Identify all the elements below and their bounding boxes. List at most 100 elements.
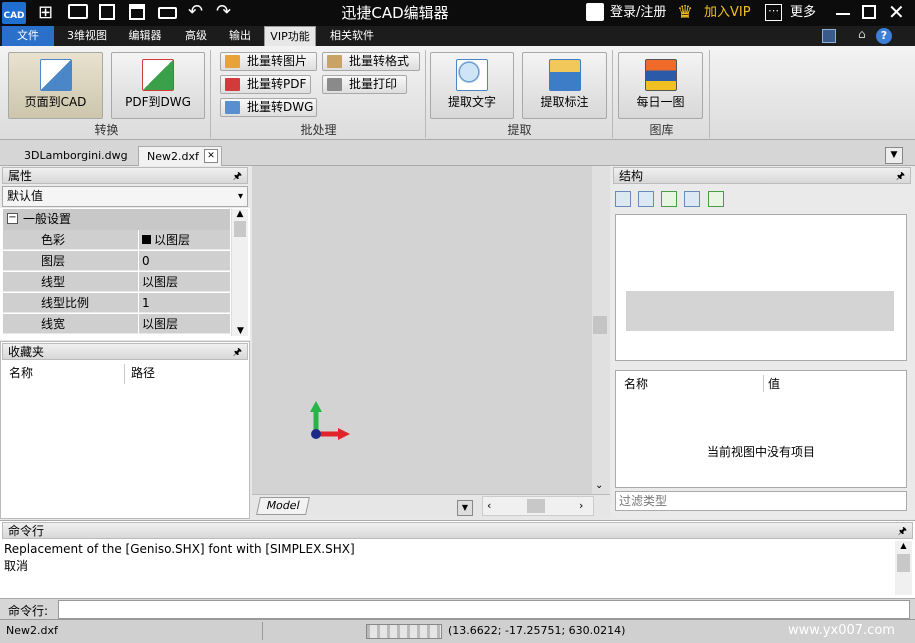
structure-panel: 结构 🖈 名称 值 当前视图中没有项目 过滤类型: [611, 166, 915, 519]
favorites-col-path[interactable]: 路径: [131, 364, 155, 381]
pdf-to-dwg-icon: [142, 59, 174, 91]
menu-editor[interactable]: 编辑器: [122, 26, 168, 46]
property-row-linetype[interactable]: 线型 以图层: [3, 272, 230, 293]
scroll-down-icon[interactable]: ▼: [232, 326, 249, 336]
open-folder-icon[interactable]: [68, 4, 88, 19]
close-tab-icon[interactable]: ✕: [204, 149, 218, 163]
pdf-to-dwg-button[interactable]: PDF到DWG: [111, 52, 205, 119]
extract-text-button[interactable]: 提取文字: [430, 52, 514, 119]
maximize-button[interactable]: [862, 5, 876, 19]
daily-image-button[interactable]: 每日一图: [618, 52, 703, 119]
undo-icon[interactable]: ↶: [188, 1, 203, 23]
scroll-up-icon[interactable]: ▲: [232, 209, 248, 219]
crown-icon[interactable]: ♛: [677, 2, 693, 24]
properties-scrollbar[interactable]: ▲ ▼: [231, 209, 248, 336]
color-swatch: [142, 235, 151, 244]
new-file-icon[interactable]: ⊞: [38, 2, 53, 24]
canvas-vscroll[interactable]: ⌄: [592, 166, 610, 494]
menu-related[interactable]: 相关软件: [322, 26, 382, 46]
title-bar: CAD ⊞ ↶ ↷ 迅捷CAD编辑器 登录/注册 ♛ 加入VIP ⋯ 更多 ✕: [0, 0, 915, 26]
group-batch-label: 批处理: [300, 123, 337, 137]
canvas-bottom-bar: Model ▼ ‹ ›: [252, 494, 610, 518]
tab-new2[interactable]: New2.dxf ✕: [138, 146, 222, 166]
document-icon[interactable]: [684, 191, 700, 207]
extract-dimension-button[interactable]: 提取标注: [522, 52, 607, 119]
property-row-lineweight[interactable]: 线宽 以图层: [3, 314, 230, 335]
chevron-up-icon[interactable]: ⌂: [858, 27, 866, 41]
batch-pdf-icon: [225, 78, 240, 91]
window-icon[interactable]: [822, 29, 836, 43]
menu-output[interactable]: 输出: [222, 26, 258, 46]
tree-item[interactable]: [626, 291, 894, 331]
properties-grid: − 一般设置 色彩 以图层 图层 0 线型 以图层 线型比例 1 线宽 以图层 ▲ ▼: [0, 208, 250, 340]
col-name[interactable]: 名称: [624, 375, 764, 392]
page-to-cad-button[interactable]: 页面到CAD: [8, 52, 103, 119]
scroll-left-icon[interactable]: ‹: [487, 499, 491, 512]
pin-icon[interactable]: 🖈: [896, 168, 905, 185]
layout-dropdown[interactable]: ▼: [457, 500, 473, 516]
print-icon[interactable]: [158, 7, 177, 19]
group-divider: [425, 50, 426, 138]
pin-icon[interactable]: 🖈: [233, 344, 242, 361]
status-bar: New2.dxf (13.6622; -17.25751; 630.0214) …: [0, 619, 915, 643]
menu-advanced[interactable]: 高级: [178, 26, 214, 46]
batch-dwg-button[interactable]: 批量转DWG: [220, 98, 317, 117]
menu-vip[interactable]: VIP功能: [264, 26, 316, 46]
property-row-layer[interactable]: 图层 0: [3, 251, 230, 272]
tab-list-dropdown[interactable]: ▼: [885, 147, 903, 164]
scroll-thumb[interactable]: [593, 316, 607, 334]
snap-toggles[interactable]: [366, 624, 442, 639]
canvas-hscroll[interactable]: ‹ ›: [482, 496, 594, 516]
batch-format-button[interactable]: 批量转格式: [322, 52, 420, 71]
filter-input[interactable]: 过滤类型: [615, 491, 907, 511]
login-button[interactable]: 登录/注册: [610, 0, 666, 26]
settings-icon[interactable]: [708, 191, 724, 207]
group-gallery-label: 图库: [649, 123, 674, 137]
structure-tree[interactable]: [615, 214, 907, 361]
properties-header: 属性 🖈: [2, 167, 248, 184]
col-value[interactable]: 值: [768, 375, 780, 392]
layout-columns-icon[interactable]: [638, 191, 654, 207]
tab-3dlamborgini[interactable]: 3DLamborgini.dwg: [16, 146, 136, 166]
empty-message: 当前视图中没有项目: [706, 445, 815, 459]
save-icon[interactable]: [99, 4, 115, 20]
menu-file[interactable]: 文件: [2, 26, 54, 46]
minimize-button[interactable]: [836, 13, 850, 15]
more-button[interactable]: 更多: [790, 0, 816, 26]
favorites-col-name[interactable]: 名称: [9, 364, 125, 384]
pin-icon[interactable]: 🖈: [898, 523, 907, 540]
more-icon[interactable]: ⋯: [765, 4, 782, 21]
collapse-icon[interactable]: −: [7, 213, 18, 224]
pin-icon[interactable]: 🖈: [233, 168, 242, 185]
help-icon[interactable]: ?: [876, 28, 892, 44]
drawing-canvas[interactable]: [252, 166, 610, 494]
scroll-right-icon[interactable]: ›: [579, 499, 583, 512]
properties-dropdown[interactable]: 默认值 ▾: [2, 186, 248, 207]
scroll-down-icon[interactable]: ⌄: [595, 480, 603, 491]
property-row-color[interactable]: 色彩 以图层: [3, 230, 230, 251]
command-scrollbar[interactable]: ▲: [895, 541, 912, 595]
batch-image-button[interactable]: 批量转图片: [220, 52, 317, 71]
scroll-up-icon[interactable]: ▲: [895, 541, 912, 550]
tab-model[interactable]: Model: [256, 497, 310, 515]
close-button[interactable]: ✕: [888, 0, 905, 24]
batch-pdf-button[interactable]: 批量转PDF: [220, 75, 311, 94]
command-prompt: 命令行:: [0, 598, 915, 620]
vip-button[interactable]: 加入VIP: [704, 0, 751, 26]
group-extract-label: 提取: [507, 123, 532, 137]
command-input[interactable]: [58, 600, 910, 619]
redo-icon[interactable]: ↷: [216, 1, 231, 23]
property-row-linetype-scale[interactable]: 线型比例 1: [3, 293, 230, 314]
batch-print-button[interactable]: 批量打印: [322, 75, 407, 94]
scroll-thumb[interactable]: [234, 221, 246, 237]
batch-format-icon: [327, 55, 342, 68]
favorites-header: 收藏夹 🖈: [2, 343, 248, 360]
scroll-thumb[interactable]: [897, 554, 910, 572]
refresh-icon[interactable]: [661, 191, 677, 207]
layout-rows-icon[interactable]: [615, 191, 631, 207]
user-icon[interactable]: [586, 3, 604, 21]
section-row[interactable]: − 一般设置: [3, 209, 230, 230]
scroll-thumb[interactable]: [527, 499, 545, 513]
save-as-icon[interactable]: [129, 4, 145, 20]
menu-3d-view[interactable]: 3维视图: [62, 26, 112, 46]
